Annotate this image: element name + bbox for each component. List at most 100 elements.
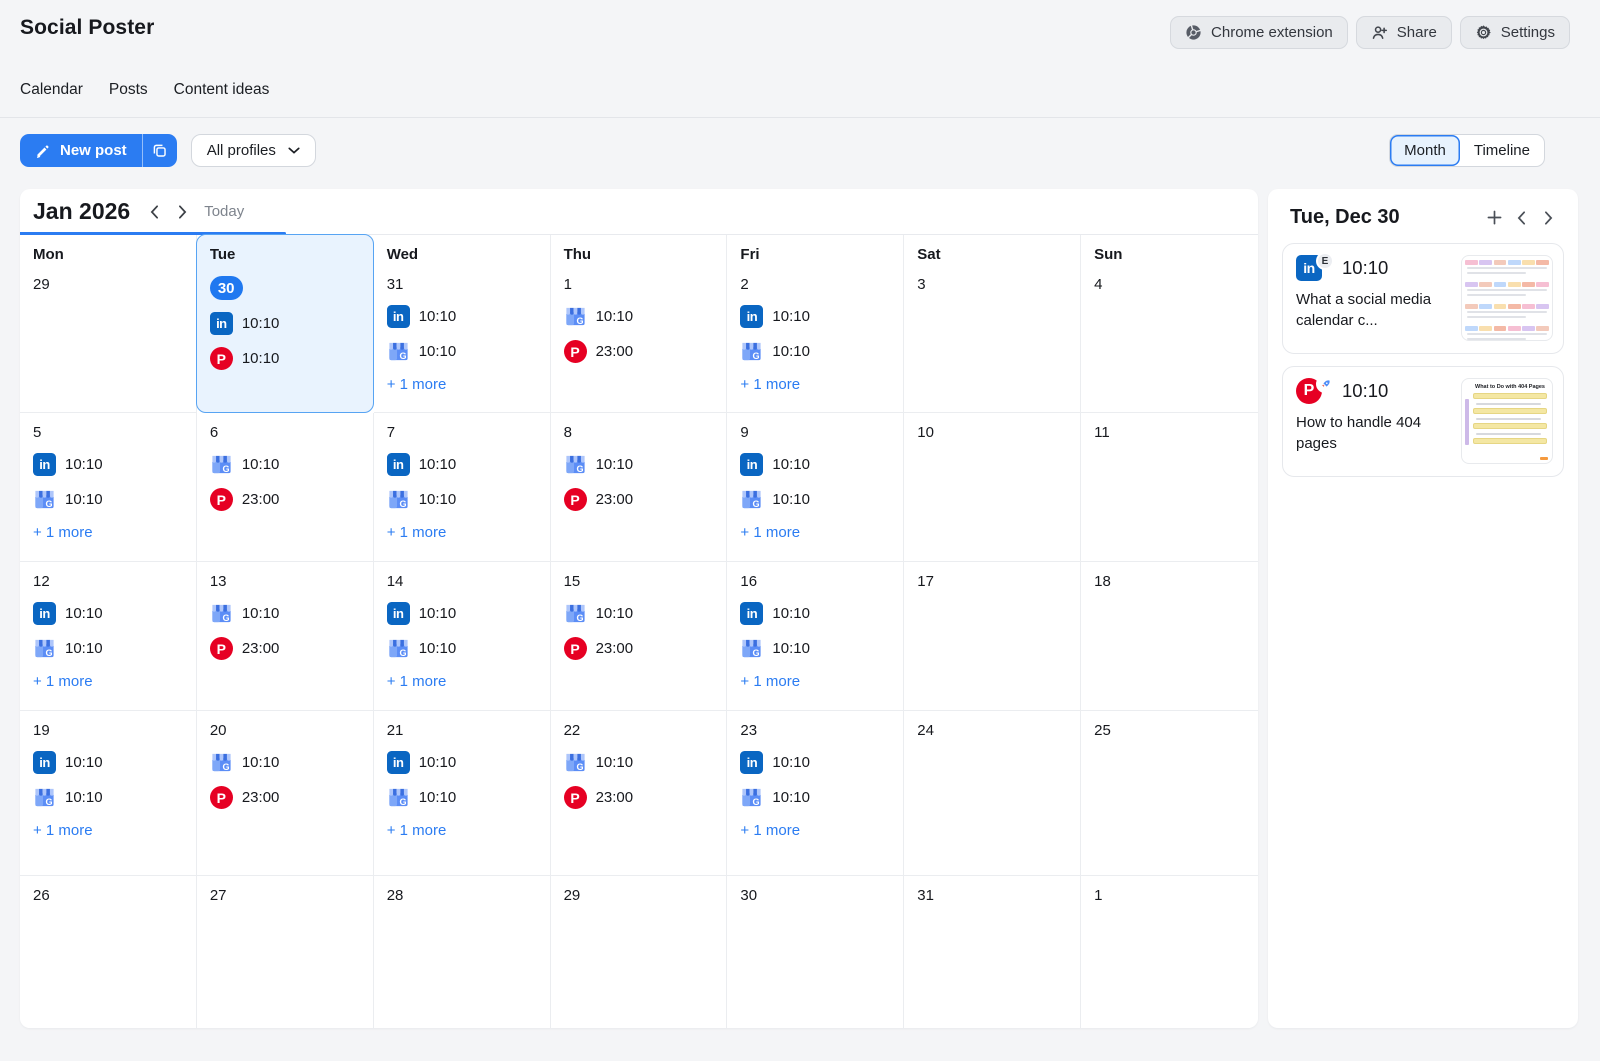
more-posts-link[interactable]: + 1 more — [387, 822, 537, 839]
day-cell[interactable]: 8G10:10P23:00 — [551, 413, 728, 562]
scheduled-post[interactable]: G10:10 — [740, 786, 890, 809]
scheduled-post[interactable]: P23:00 — [564, 786, 714, 809]
day-cell[interactable]: 24 — [904, 711, 1081, 876]
scheduled-post[interactable]: in10:10 — [387, 751, 537, 774]
scheduled-post[interactable]: P10:10 — [210, 347, 360, 370]
day-cell[interactable]: 17 — [904, 562, 1081, 711]
scheduled-post[interactable]: in10:10 — [210, 312, 360, 335]
day-cell[interactable]: 11 — [1081, 413, 1258, 562]
tab-posts[interactable]: Posts — [109, 81, 148, 99]
scheduled-post[interactable]: G10:10 — [387, 340, 537, 363]
day-cell[interactable]: 7in10:10G10:10+ 1 more — [374, 413, 551, 562]
scheduled-post[interactable]: G10:10 — [387, 488, 537, 511]
scheduled-post[interactable]: P23:00 — [210, 786, 360, 809]
scheduled-post[interactable]: G10:10 — [740, 637, 890, 660]
view-timeline-button[interactable]: Timeline — [1460, 135, 1544, 166]
share-button[interactable]: Share — [1356, 16, 1452, 49]
day-cell[interactable]: Thu1G10:10P23:00 — [551, 235, 728, 413]
scheduled-post[interactable]: P23:00 — [564, 488, 714, 511]
profiles-dropdown[interactable]: All profiles — [191, 134, 316, 167]
day-cell[interactable]: 16in10:10G10:10+ 1 more — [727, 562, 904, 711]
scheduled-post[interactable]: in10:10 — [33, 751, 183, 774]
today-button[interactable]: Today — [204, 203, 244, 220]
more-posts-link[interactable]: + 1 more — [387, 524, 537, 541]
day-cell[interactable]: Mon29 — [20, 235, 197, 413]
more-posts-link[interactable]: + 1 more — [33, 673, 183, 690]
day-cell[interactable]: 31 — [904, 876, 1081, 1028]
scheduled-post[interactable]: in10:10 — [740, 305, 890, 328]
scheduled-post[interactable]: G10:10 — [210, 453, 360, 476]
add-post-button[interactable] — [1481, 204, 1508, 231]
more-posts-link[interactable]: + 1 more — [740, 673, 890, 690]
scheduled-post[interactable]: in10:10 — [740, 453, 890, 476]
scheduled-post[interactable]: G10:10 — [387, 786, 537, 809]
scheduled-post[interactable]: G10:10 — [33, 488, 183, 511]
scheduled-post[interactable]: in10:10 — [387, 305, 537, 328]
day-post-card[interactable]: P10:10How to handle 404 pagesWhat to Do … — [1282, 366, 1564, 477]
scheduled-post[interactable]: G10:10 — [33, 786, 183, 809]
new-post-button[interactable]: New post — [20, 134, 142, 167]
day-cell[interactable]: Tue30in10:10P10:10 — [197, 235, 374, 413]
day-cell[interactable]: Sun4 — [1081, 235, 1258, 413]
scheduled-post[interactable]: in10:10 — [387, 453, 537, 476]
day-cell[interactable]: 18 — [1081, 562, 1258, 711]
day-cell[interactable]: 13G10:10P23:00 — [197, 562, 374, 711]
next-month-button[interactable] — [168, 198, 196, 226]
scheduled-post[interactable]: P23:00 — [210, 488, 360, 511]
scheduled-post[interactable]: G10:10 — [740, 488, 890, 511]
day-cell[interactable]: 14in10:10G10:10+ 1 more — [374, 562, 551, 711]
chrome-extension-button[interactable]: Chrome extension — [1170, 16, 1348, 49]
scheduled-post[interactable]: in10:10 — [387, 602, 537, 625]
more-posts-link[interactable]: + 1 more — [740, 524, 890, 541]
scheduled-post[interactable]: in10:10 — [740, 751, 890, 774]
scheduled-post[interactable]: G10:10 — [564, 751, 714, 774]
day-cell[interactable]: 21in10:10G10:10+ 1 more — [374, 711, 551, 876]
day-cell[interactable]: 26 — [20, 876, 197, 1028]
tab-content-ideas[interactable]: Content ideas — [174, 81, 270, 99]
more-posts-link[interactable]: + 1 more — [740, 822, 890, 839]
scheduled-post[interactable]: P23:00 — [210, 637, 360, 660]
more-posts-link[interactable]: + 1 more — [740, 376, 890, 393]
more-posts-link[interactable]: + 1 more — [387, 673, 537, 690]
scheduled-post[interactable]: G10:10 — [33, 637, 183, 660]
scheduled-post[interactable]: P23:00 — [564, 340, 714, 363]
more-posts-link[interactable]: + 1 more — [33, 524, 183, 541]
day-cell[interactable]: Wed31in10:10G10:10+ 1 more — [374, 235, 551, 413]
duplicate-post-button[interactable] — [142, 134, 177, 167]
tab-calendar[interactable]: Calendar — [20, 81, 83, 99]
day-cell[interactable]: 27 — [197, 876, 374, 1028]
day-cell[interactable]: 5in10:10G10:10+ 1 more — [20, 413, 197, 562]
day-cell[interactable]: 12in10:10G10:10+ 1 more — [20, 562, 197, 711]
day-cell[interactable]: Sat3 — [904, 235, 1081, 413]
day-cell[interactable]: 19in10:10G10:10+ 1 more — [20, 711, 197, 876]
next-day-button[interactable] — [1535, 204, 1562, 231]
more-posts-link[interactable]: + 1 more — [33, 822, 183, 839]
scheduled-post[interactable]: G10:10 — [564, 305, 714, 328]
day-cell[interactable]: Fri2in10:10G10:10+ 1 more — [727, 235, 904, 413]
scheduled-post[interactable]: G10:10 — [740, 340, 890, 363]
day-cell[interactable]: 28 — [374, 876, 551, 1028]
scheduled-post[interactable]: G10:10 — [387, 637, 537, 660]
day-cell[interactable]: 6G10:10P23:00 — [197, 413, 374, 562]
day-post-card[interactable]: inE10:10What a social media calendar c..… — [1282, 243, 1564, 354]
day-cell[interactable]: 20G10:10P23:00 — [197, 711, 374, 876]
day-cell[interactable]: 10 — [904, 413, 1081, 562]
day-cell[interactable]: 15G10:10P23:00 — [551, 562, 728, 711]
scheduled-post[interactable]: G10:10 — [210, 602, 360, 625]
day-cell[interactable]: 9in10:10G10:10+ 1 more — [727, 413, 904, 562]
scheduled-post[interactable]: G10:10 — [564, 602, 714, 625]
scheduled-post[interactable]: in10:10 — [33, 602, 183, 625]
day-cell[interactable]: 23in10:10G10:10+ 1 more — [727, 711, 904, 876]
scheduled-post[interactable]: in10:10 — [740, 602, 890, 625]
day-cell[interactable]: 1 — [1081, 876, 1258, 1028]
prev-day-button[interactable] — [1508, 204, 1535, 231]
day-cell[interactable]: 22G10:10P23:00 — [551, 711, 728, 876]
scheduled-post[interactable]: G10:10 — [210, 751, 360, 774]
settings-button[interactable]: Settings — [1460, 16, 1570, 49]
more-posts-link[interactable]: + 1 more — [387, 376, 537, 393]
prev-month-button[interactable] — [140, 198, 168, 226]
day-cell[interactable]: 29 — [551, 876, 728, 1028]
scheduled-post[interactable]: P23:00 — [564, 637, 714, 660]
scheduled-post[interactable]: G10:10 — [564, 453, 714, 476]
day-cell[interactable]: 25 — [1081, 711, 1258, 876]
